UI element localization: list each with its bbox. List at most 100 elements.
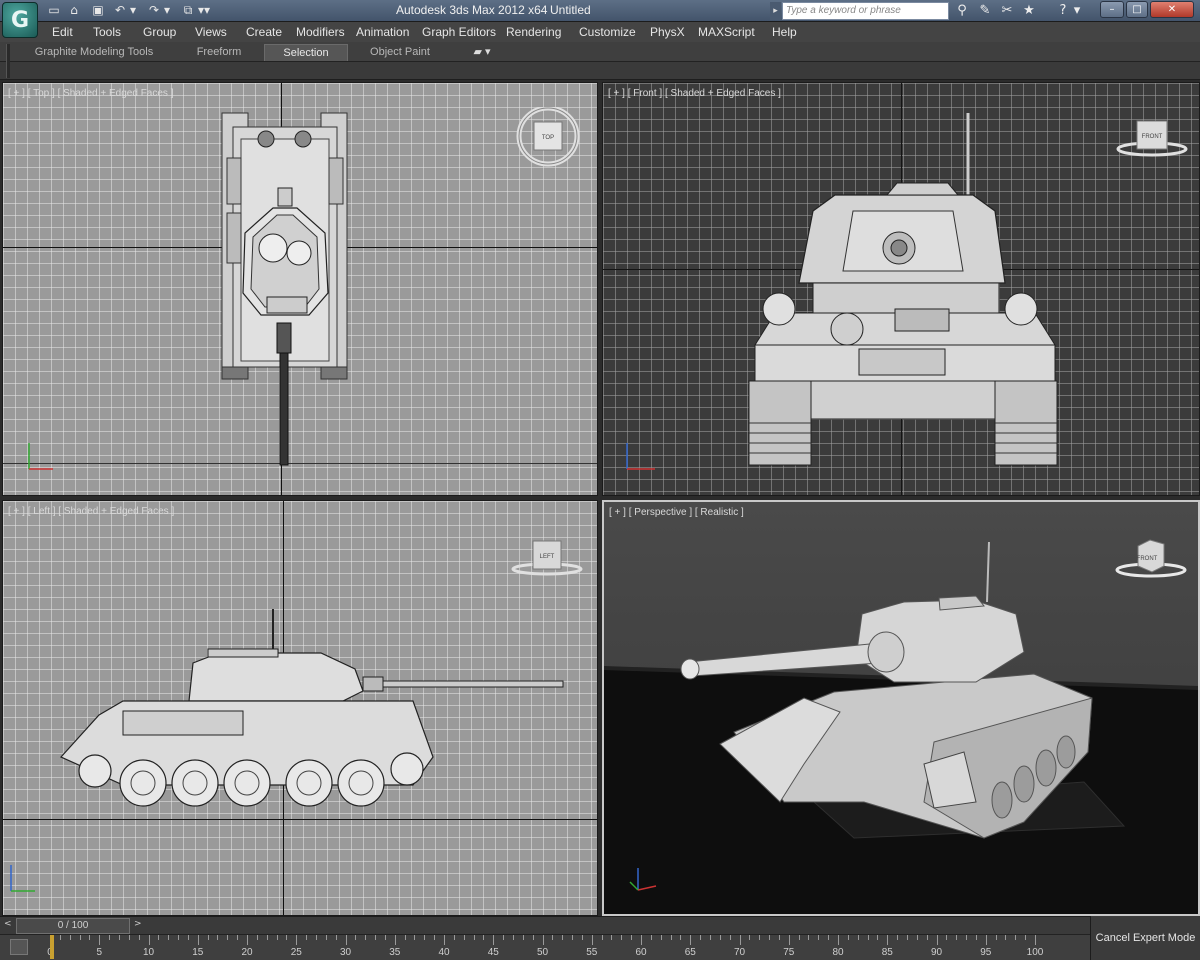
menu-bar: Edit Tools Group Views Create Modifiers … bbox=[0, 22, 1200, 42]
current-frame-marker[interactable] bbox=[50, 935, 54, 959]
undo-icon[interactable]: ↶ bbox=[112, 3, 128, 18]
track-bar[interactable]: 0510152025303540455055606570758085909510… bbox=[0, 934, 1090, 960]
track-tick bbox=[798, 935, 800, 940]
track-tick-label: 90 bbox=[930, 947, 943, 958]
track-tick bbox=[670, 935, 672, 940]
track-tick bbox=[572, 935, 574, 940]
time-slider-next-icon[interactable]: > bbox=[134, 919, 146, 933]
mini-curve-editor-icon[interactable] bbox=[10, 939, 28, 955]
time-slider-thumb[interactable]: 0 / 100 bbox=[16, 918, 130, 934]
viewport-front[interactable]: [ + ] [ Front ] [ Shaded + Edged Faces ] bbox=[602, 82, 1200, 496]
time-slider[interactable]: < 0 / 100 > bbox=[0, 916, 1090, 934]
menu-graph-editors[interactable]: Graph Editors bbox=[422, 25, 496, 39]
track-tick bbox=[394, 935, 396, 945]
track-tick bbox=[512, 935, 514, 940]
tab-object-paint[interactable]: Object Paint bbox=[352, 44, 448, 61]
tab-graphite-modeling-tools[interactable]: Graphite Modeling Tools bbox=[18, 44, 170, 61]
undo-dropdown-icon[interactable]: ▾ bbox=[128, 3, 138, 18]
track-tick-label: 20 bbox=[241, 947, 253, 958]
track-tick bbox=[906, 935, 908, 940]
track-tick bbox=[286, 935, 288, 940]
track-tick bbox=[256, 935, 258, 940]
track-tick-label: 65 bbox=[684, 947, 696, 958]
track-tick-label: 100 bbox=[1026, 947, 1044, 958]
minimize-button[interactable]: – bbox=[1100, 1, 1124, 18]
search-expand-icon[interactable]: ▸ bbox=[770, 2, 781, 20]
viewport-left[interactable]: [ + ] [ Left ] [ Shaded + Edged Faces ] bbox=[2, 500, 598, 916]
tab-freeform[interactable]: Freeform bbox=[176, 44, 262, 61]
track-ruler[interactable]: 0510152025303540455055606570758085909510… bbox=[47, 935, 1050, 960]
viewcube-perspective-label: FRONT bbox=[1137, 556, 1158, 562]
viewport-label-left[interactable]: [ + ] [ Left ] [ Shaded + Edged Faces ] bbox=[8, 506, 174, 517]
track-tick-label: 10 bbox=[142, 947, 155, 958]
favorites-star-icon[interactable]: ★ bbox=[1020, 2, 1038, 20]
tank-model-front-view bbox=[748, 113, 1058, 466]
open-icon[interactable]: ⌂ bbox=[66, 3, 82, 18]
track-tick bbox=[335, 935, 337, 940]
track-tick bbox=[187, 935, 189, 940]
time-slider-prev-icon[interactable]: < bbox=[4, 919, 14, 933]
track-tick bbox=[463, 935, 465, 940]
cancel-expert-mode-button[interactable]: Cancel Expert Mode bbox=[1090, 916, 1200, 960]
viewport-label-top[interactable]: [ + ] [ Top ] [ Shaded + Edged Faces ] bbox=[8, 88, 173, 99]
menu-customize[interactable]: Customize bbox=[579, 25, 636, 39]
help-dropdown-icon[interactable]: ▾ bbox=[1072, 2, 1082, 20]
ribbon-options-icon[interactable]: ▰ ▾ bbox=[468, 44, 496, 61]
viewport-label-perspective[interactable]: [ + ] [ Perspective ] [ Realistic ] bbox=[609, 507, 744, 518]
redo-icon[interactable]: ↷ bbox=[146, 3, 162, 18]
menu-views[interactable]: Views bbox=[195, 25, 227, 39]
window-title: Autodesk 3ds Max 2012 x64 bbox=[396, 3, 548, 17]
project-icon[interactable]: ⧉ bbox=[180, 3, 196, 18]
viewport-label-front[interactable]: [ + ] [ Front ] [ Shaded + Edged Faces ] bbox=[608, 88, 781, 99]
communication-center-icon[interactable]: ✎ bbox=[976, 2, 994, 20]
save-icon[interactable]: ▣ bbox=[90, 3, 106, 18]
viewcube-left[interactable]: LEFT bbox=[511, 539, 583, 577]
viewport-top[interactable]: [ + ] [ Top ] [ Shaded + Edged Faces ] T… bbox=[2, 82, 598, 496]
track-tick bbox=[552, 935, 554, 940]
track-tick bbox=[276, 935, 278, 940]
menu-edit[interactable]: Edit bbox=[52, 25, 73, 39]
viewport-perspective[interactable]: [ + ] [ Perspective ] [ Realistic ] FRON… bbox=[602, 500, 1200, 916]
track-tick bbox=[788, 935, 790, 945]
track-tick-label: 40 bbox=[438, 947, 450, 958]
close-button[interactable]: ✕ bbox=[1150, 1, 1194, 18]
application-menu-button[interactable]: G bbox=[2, 2, 38, 38]
track-tick bbox=[818, 935, 820, 940]
menu-modifiers[interactable]: Modifiers bbox=[296, 25, 345, 39]
track-tick bbox=[847, 935, 849, 940]
search-input[interactable]: Type a keyword or phrase bbox=[782, 2, 949, 20]
track-tick bbox=[158, 935, 160, 940]
track-tick bbox=[611, 935, 613, 940]
menu-physx[interactable]: PhysX bbox=[650, 25, 685, 39]
menu-tools[interactable]: Tools bbox=[93, 25, 121, 39]
viewcube-front[interactable]: FRONT bbox=[1115, 119, 1189, 159]
menu-rendering[interactable]: Rendering bbox=[506, 25, 561, 39]
tools-icon[interactable]: ✂ bbox=[998, 2, 1016, 20]
customize-icon[interactable]: ▾ bbox=[202, 3, 212, 18]
menu-create[interactable]: Create bbox=[246, 25, 282, 39]
track-tick bbox=[759, 935, 761, 940]
ribbon-drag-handle[interactable] bbox=[6, 44, 10, 78]
track-tick bbox=[227, 935, 229, 940]
menu-animation[interactable]: Animation bbox=[356, 25, 409, 39]
redo-dropdown-icon[interactable]: ▾ bbox=[162, 3, 172, 18]
track-tick bbox=[59, 935, 61, 940]
tab-selection[interactable]: Selection bbox=[264, 44, 348, 61]
track-tick bbox=[532, 935, 534, 940]
menu-maxscript[interactable]: MAXScript bbox=[698, 25, 755, 39]
track-tick-label: 75 bbox=[783, 947, 795, 958]
track-tick bbox=[79, 935, 81, 940]
track-tick bbox=[739, 935, 741, 945]
viewcube-perspective[interactable]: FRONT bbox=[1114, 538, 1188, 580]
track-tick bbox=[916, 935, 918, 940]
viewcube-top[interactable]: TOP bbox=[515, 107, 581, 169]
new-icon[interactable]: ▭ bbox=[46, 3, 62, 18]
axis-tripod-icon bbox=[626, 443, 655, 470]
binoculars-icon[interactable]: ⚲ bbox=[953, 2, 971, 20]
track-tick bbox=[217, 935, 219, 940]
track-tick bbox=[237, 935, 239, 940]
menu-help[interactable]: Help bbox=[772, 25, 797, 39]
help-icon[interactable]: ? bbox=[1054, 2, 1072, 20]
menu-group[interactable]: Group bbox=[143, 25, 176, 39]
maximize-button[interactable]: □ bbox=[1126, 1, 1148, 18]
